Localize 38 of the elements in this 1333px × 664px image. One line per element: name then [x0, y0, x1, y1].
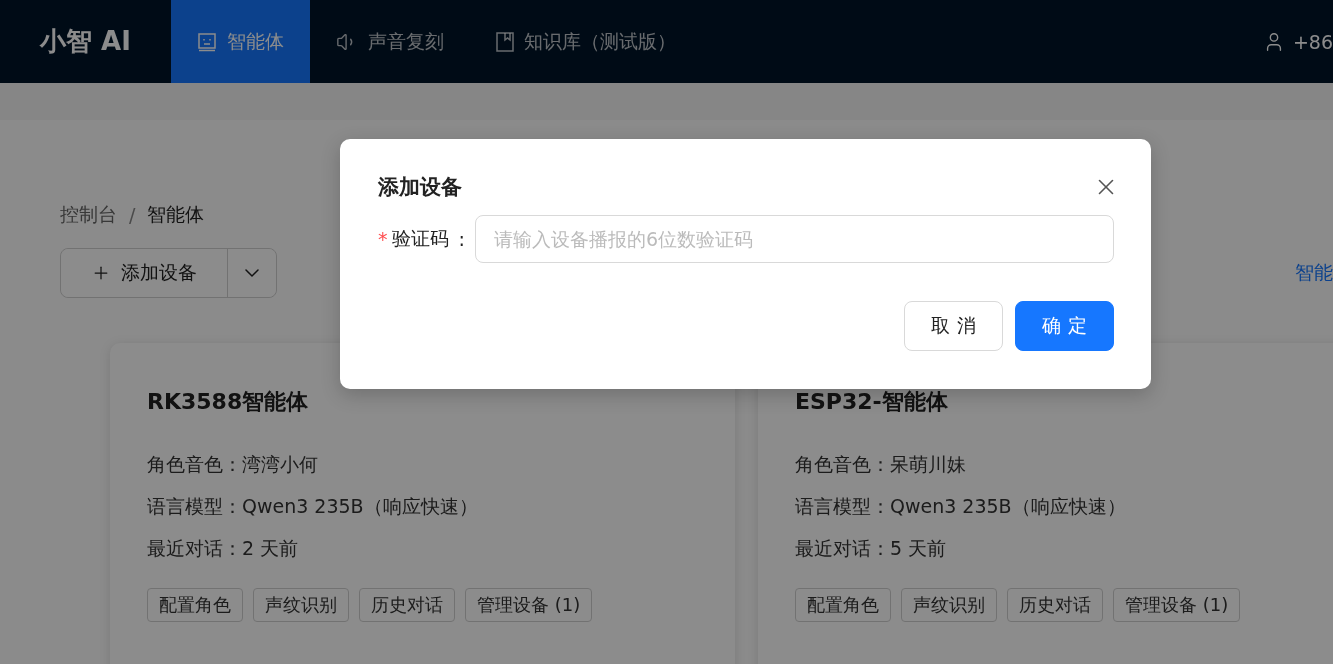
card-action-button[interactable]: 配置角色 [795, 588, 891, 622]
book-icon [496, 31, 514, 52]
card-title: ESP32-智能体 [795, 388, 949, 416]
cancel-button[interactable]: 取 消 [904, 301, 1003, 351]
card-field: 角色音色：湾湾小何 [147, 452, 735, 478]
card-action-button[interactable]: 声纹识别 [253, 588, 349, 622]
app-logo: 小智 AI [38, 25, 132, 58]
label-colon: : [458, 228, 465, 250]
card-field: 最近对话：5 天前 [795, 536, 1333, 562]
card-action-button[interactable]: 管理设备 (1) [465, 588, 593, 622]
nav-tab-label: 智能体 [227, 28, 284, 54]
card-field: 最近对话：2 天前 [147, 536, 735, 562]
breadcrumb-item[interactable]: 控制台 [60, 202, 117, 228]
card-action-button[interactable]: 配置角色 [147, 588, 243, 622]
breadcrumb-separator: / [129, 204, 136, 226]
nav-tab-label: 声音复刻 [368, 28, 444, 54]
required-mark: * [378, 228, 388, 250]
card-action-button[interactable]: 声纹识别 [901, 588, 997, 622]
card-title: RK3588智能体 [147, 388, 310, 416]
nav-tab-label: 知识库（测试版） [524, 28, 676, 54]
field-label: 验证码 [391, 226, 449, 251]
add-device-button[interactable]: 添加设备 [61, 249, 228, 297]
card-field: 语言模型：Qwen3 235B（响应快速） [795, 494, 1333, 520]
nav-tab[interactable]: 声音复刻 [310, 0, 470, 83]
confirm-button[interactable]: 确 定 [1015, 301, 1114, 351]
card-action-button[interactable]: 历史对话 [1007, 588, 1103, 622]
card-field: 角色音色：呆萌川妹 [795, 452, 1333, 478]
card-action-button[interactable]: 历史对话 [359, 588, 455, 622]
robot-face-icon [197, 31, 217, 52]
card-field: 语言模型：Qwen3 235B（响应快速） [147, 494, 735, 520]
right-link[interactable]: 智能 [1295, 260, 1333, 286]
nav-tab[interactable]: 智能体 [171, 0, 310, 83]
user-phone[interactable]: +86 [1292, 30, 1333, 53]
breadcrumb-item: 智能体 [147, 202, 205, 227]
verification-code-field[interactable]: 请输入设备播报的6位数验证码 [474, 215, 1114, 263]
dialog-title: 添加设备 [378, 174, 462, 201]
nav-tab[interactable]: 知识库（测试版） [470, 0, 702, 83]
card-action-button[interactable]: 管理设备 (1) [1113, 588, 1241, 622]
